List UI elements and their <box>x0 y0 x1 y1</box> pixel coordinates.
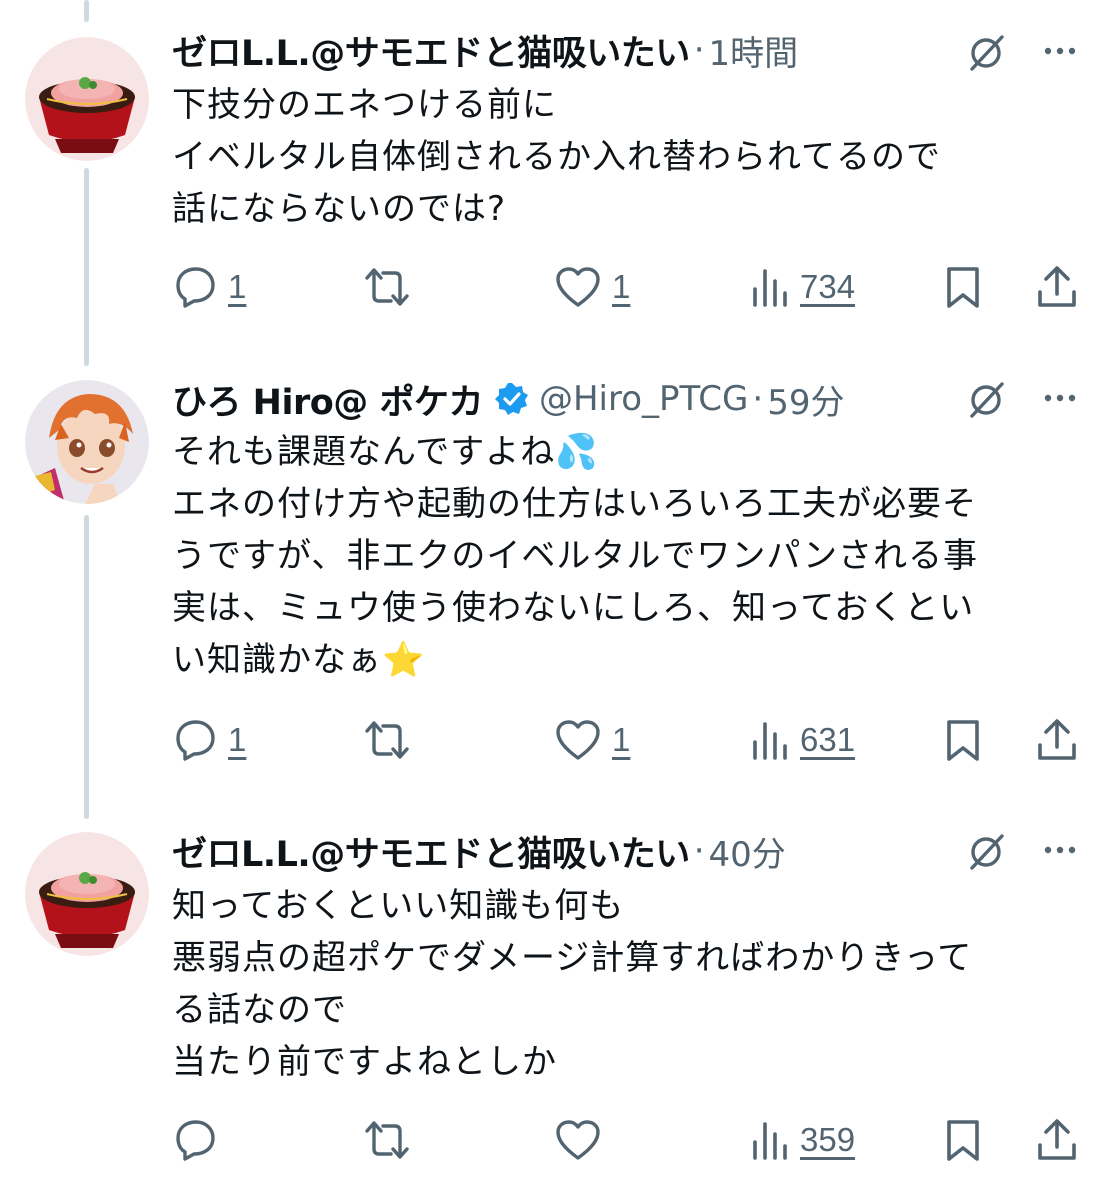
like-button[interactable] <box>554 1110 602 1170</box>
more-icon[interactable] <box>1040 840 1084 860</box>
avatar[interactable] <box>25 380 149 504</box>
view-count: 734 <box>800 268 856 305</box>
retweet-icon <box>365 268 409 306</box>
share-icon <box>1038 266 1076 307</box>
more-icon[interactable] <box>1040 41 1084 61</box>
reply-button[interactable]: 1 <box>172 710 246 770</box>
tweet-line: 当たり前ですよねとしか <box>172 1042 557 1082</box>
tweet-line: 話にならないのでは? <box>172 189 507 229</box>
retweet-button[interactable] <box>362 710 412 770</box>
views-icon <box>753 722 787 760</box>
bookmark-button[interactable] <box>943 1110 983 1170</box>
like-count: 1 <box>612 721 631 758</box>
tweet-text: それも課題なんですよね💦 エネの付け方や起動の仕方はいろいろ工夫が必要そ うですが、… <box>172 426 978 686</box>
thread-line-top <box>84 0 89 22</box>
bookmark-icon <box>947 267 979 308</box>
more-icon[interactable] <box>1040 388 1084 408</box>
tweet-line: 下技分のエネつける前に <box>172 85 557 125</box>
grok-icon[interactable] <box>964 830 1008 874</box>
tweet-text: 下技分のエネつける前にイベルタル自体倒されるか入れ替わられてるので 話にならないの… <box>172 79 941 235</box>
bookmark-icon <box>947 1120 979 1161</box>
share-button[interactable] <box>1036 1110 1078 1170</box>
share-icon <box>1038 1119 1076 1160</box>
timestamp[interactable]: 40分 <box>709 827 786 876</box>
thread-line-2 <box>84 515 89 819</box>
views-button[interactable]: 734 <box>750 257 855 317</box>
reply-icon <box>176 720 215 761</box>
view-count: 359 <box>800 1121 856 1158</box>
avatar[interactable] <box>25 832 149 956</box>
tweet-line: 知っておくといい知識も何も <box>172 886 625 926</box>
tweet-line: い知識かなぁ⭐ <box>172 640 426 680</box>
timestamp[interactable]: 1時間 <box>709 26 799 75</box>
separator-dot: · <box>752 379 764 419</box>
views-button[interactable]: 359 <box>750 1110 855 1170</box>
grok-icon[interactable] <box>964 378 1008 422</box>
action-bar: 1 1 631 <box>0 710 1108 770</box>
action-bar: 359 <box>0 1110 1108 1170</box>
like-count: 1 <box>612 268 631 305</box>
reply-count: 1 <box>228 268 247 305</box>
share-button[interactable] <box>1036 710 1078 770</box>
like-button[interactable]: 1 <box>554 257 630 317</box>
tweet-line: それも課題なんですよね💦 <box>172 432 599 472</box>
user-handle[interactable]: @Hiro_PTCG <box>539 379 748 419</box>
retweet-button[interactable] <box>362 1110 412 1170</box>
views-icon <box>753 1122 787 1160</box>
display-name[interactable]: ゼロL.L.@サモエドと猫吸いたい <box>172 25 690 76</box>
verified-badge-icon <box>494 383 528 415</box>
retweet-button[interactable] <box>362 257 412 317</box>
reply-icon <box>176 267 215 308</box>
bookmark-button[interactable] <box>943 710 983 770</box>
tweet-line: イベルタル自体倒されるか入れ替わられてるので <box>172 137 941 177</box>
tweet-text: 知っておくといい知識も何も悪弱点の超ポケでダメージ計算すればわかりきって る話なの… <box>172 880 972 1088</box>
tweet-line: うですが、非エクのイベルタルでワンパンされる事 <box>172 536 979 576</box>
like-button[interactable]: 1 <box>554 710 630 770</box>
grok-icon[interactable] <box>964 31 1008 75</box>
tweet-header: ゼロL.L.@サモエドと猫吸いたい · 40分 <box>172 826 786 876</box>
retweet-icon <box>365 1121 409 1159</box>
avatar[interactable] <box>25 37 149 161</box>
timestamp[interactable]: 59分 <box>767 375 844 424</box>
tweet-line: 実は、ミュウ使う使わないにしろ、知っておくとい <box>172 588 975 628</box>
share-button[interactable] <box>1036 257 1078 317</box>
separator-dot: · <box>693 831 705 871</box>
separator-dot: · <box>693 30 705 70</box>
views-button[interactable]: 631 <box>750 710 855 770</box>
reply-button[interactable] <box>172 1110 228 1170</box>
action-bar: 1 1 734 <box>0 257 1108 317</box>
bookmark-icon <box>947 720 979 761</box>
view-count: 631 <box>800 721 856 758</box>
display-name[interactable]: ゼロL.L.@サモエドと猫吸いたい <box>172 826 690 877</box>
tweet-line: エネの付け方や起動の仕方はいろいろ工夫が必要そ <box>172 484 977 524</box>
reply-icon <box>176 1120 215 1161</box>
display-name[interactable]: ひろ Hiro@ ポケカ <box>172 374 483 425</box>
tweet-header: ひろ Hiro@ ポケカ @Hiro_PTCG · 59分 <box>172 374 844 424</box>
heart-icon <box>556 1120 600 1160</box>
reply-button[interactable]: 1 <box>172 257 246 317</box>
views-icon <box>753 269 787 307</box>
heart-icon <box>556 720 600 760</box>
retweet-icon <box>365 721 409 759</box>
tweet-header: ゼロL.L.@サモエドと猫吸いたい · 1時間 <box>172 25 798 75</box>
tweet-line: 悪弱点の超ポケでダメージ計算すればわかりきって <box>172 938 973 978</box>
heart-icon <box>556 267 600 307</box>
bookmark-button[interactable] <box>943 257 983 317</box>
tweet-line: る話なので <box>172 990 347 1030</box>
share-icon <box>1038 719 1076 760</box>
reply-count: 1 <box>228 721 247 758</box>
